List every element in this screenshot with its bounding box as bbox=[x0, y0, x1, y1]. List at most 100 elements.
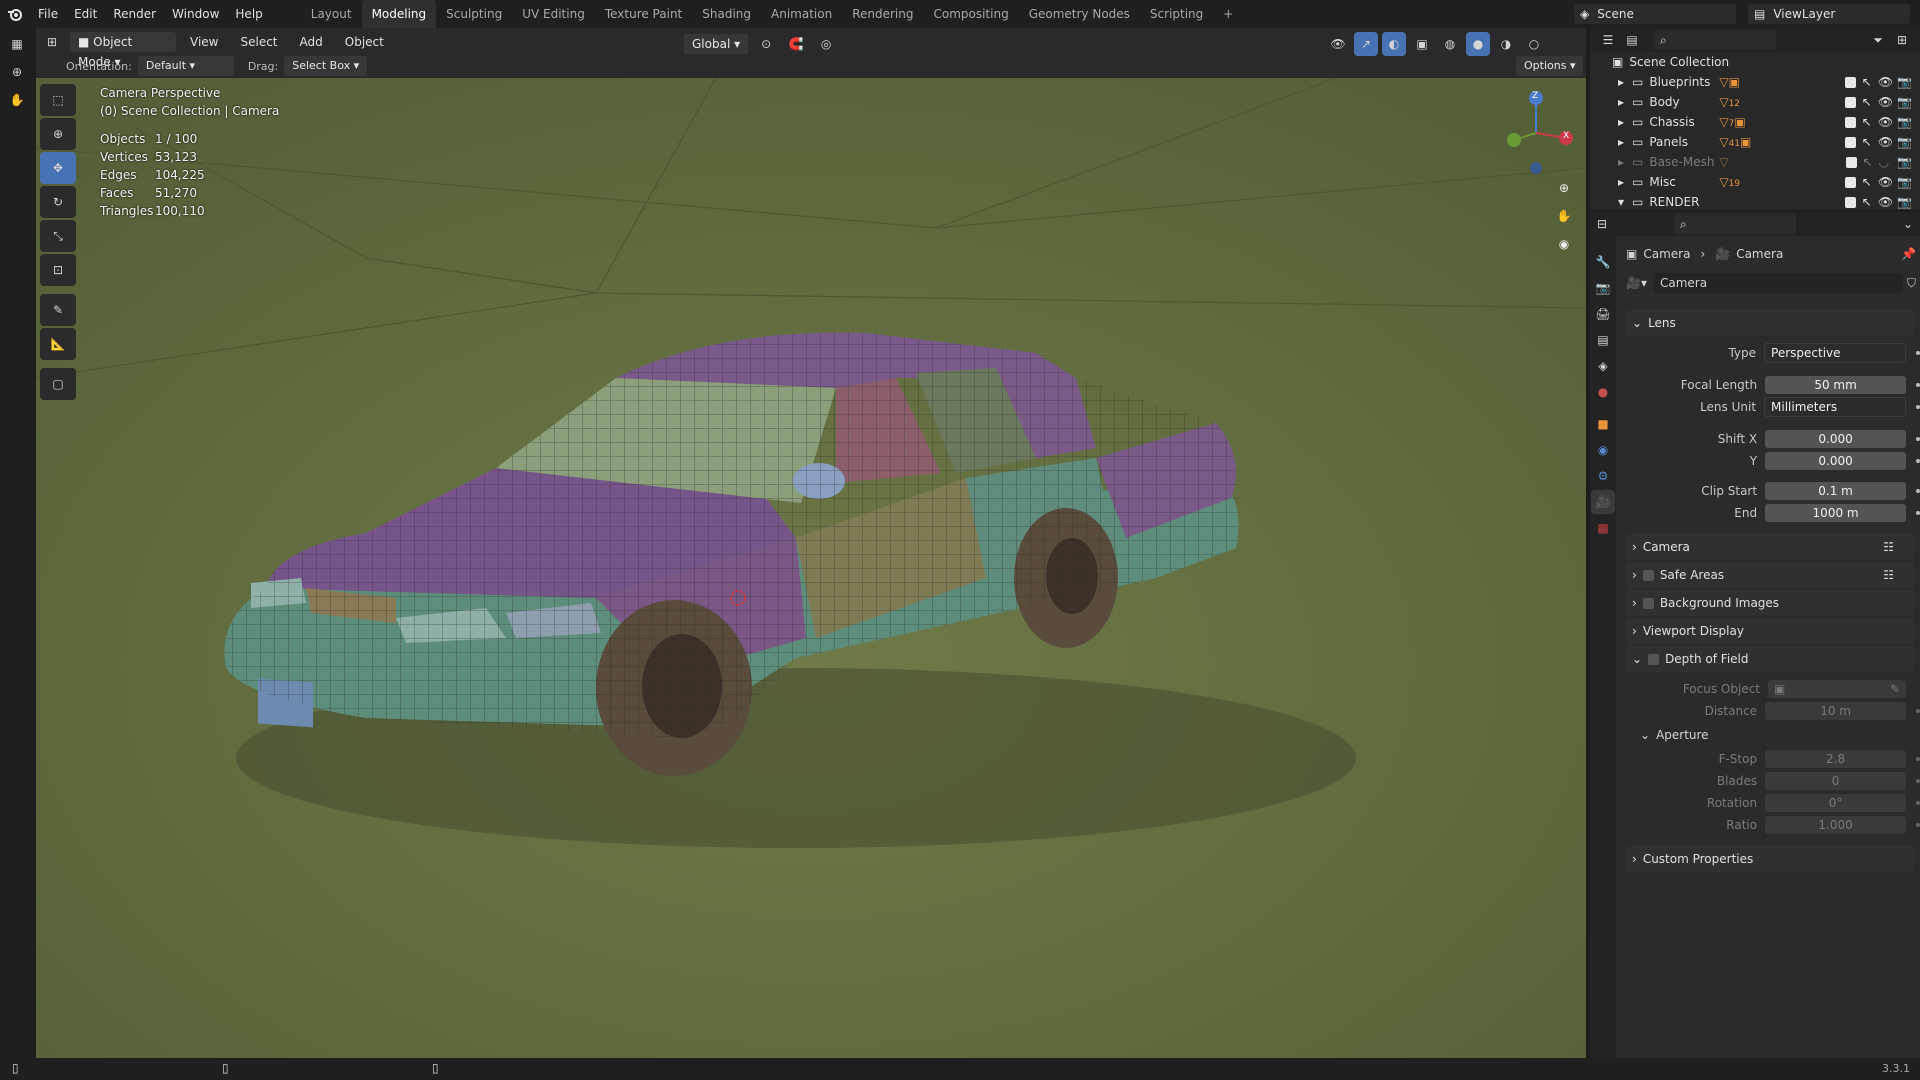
outliner-row-render[interactable]: ▾ ▭ RENDER ↖ 👁 📷 bbox=[1590, 192, 1920, 212]
tab-texture-paint[interactable]: Texture Paint bbox=[595, 0, 692, 28]
tab-rendering[interactable]: Rendering bbox=[842, 0, 923, 28]
distance-field[interactable]: 10 m bbox=[1765, 702, 1907, 720]
move-tool-icon[interactable]: ✥ bbox=[40, 152, 76, 184]
panel-background-images[interactable]: › Background Images bbox=[1626, 590, 1914, 616]
editor-type-3d-icon[interactable]: ⊞ bbox=[40, 30, 64, 54]
keyframe-dot[interactable] bbox=[1916, 489, 1920, 493]
focus-object-field[interactable]: ▣ ✎ bbox=[1768, 680, 1906, 698]
tab-compositing[interactable]: Compositing bbox=[923, 0, 1018, 28]
measure-tool-icon[interactable]: 📐 bbox=[40, 328, 76, 360]
background-images-checkbox[interactable] bbox=[1642, 597, 1654, 609]
camera-type-icon[interactable]: 🎥▾ bbox=[1626, 276, 1654, 290]
scene-collection-row[interactable]: ▣ Scene Collection bbox=[1590, 52, 1920, 72]
fake-user-icon[interactable]: ⛉ bbox=[1907, 276, 1916, 291]
eye-icon[interactable]: 👁 bbox=[1878, 135, 1893, 149]
select-toggle-icon[interactable]: ↖ bbox=[1862, 195, 1872, 209]
zoom-icon[interactable]: ⊕ bbox=[5, 60, 29, 84]
clip-start-field[interactable]: 0.1 m bbox=[1765, 482, 1907, 500]
pin-icon[interactable]: 📌 bbox=[1901, 247, 1916, 261]
select-box-tool-icon[interactable]: ⬚ bbox=[40, 84, 76, 116]
rotation-field[interactable]: 0° bbox=[1765, 794, 1907, 812]
eye-closed-icon[interactable]: ◡ bbox=[1879, 155, 1889, 169]
expand-icon[interactable]: ▸ bbox=[1618, 95, 1632, 109]
keyframe-dot[interactable] bbox=[1916, 823, 1920, 827]
shift-x-field[interactable]: 0.000 bbox=[1765, 430, 1907, 448]
3d-viewport[interactable]: Camera Perspective (0) Scene Collection … bbox=[36, 78, 1586, 1058]
panel-viewport-display[interactable]: › Viewport Display bbox=[1626, 618, 1914, 644]
expand-icon[interactable]: ▸ bbox=[1618, 75, 1632, 89]
scene-selector[interactable]: ◈ Scene bbox=[1574, 4, 1736, 24]
keyframe-dot[interactable] bbox=[1916, 351, 1920, 355]
safe-areas-checkbox[interactable] bbox=[1642, 569, 1654, 581]
drag-selector[interactable]: Select Box ▾ bbox=[284, 56, 368, 76]
keyframe-dot[interactable] bbox=[1916, 709, 1920, 713]
view-layer-tab-icon[interactable]: ▤ bbox=[1591, 328, 1615, 352]
render-tab-icon[interactable]: 📷 bbox=[1591, 276, 1615, 300]
keyframe-dot[interactable] bbox=[1916, 801, 1920, 805]
annotate-tool-icon[interactable]: ✎ bbox=[40, 294, 76, 326]
tab-shading[interactable]: Shading bbox=[692, 0, 761, 28]
properties-editor-icon[interactable]: ⊟ bbox=[1590, 212, 1614, 236]
display-mode-icon[interactable]: ▤ bbox=[1620, 28, 1644, 52]
shading-solid-icon[interactable]: ● bbox=[1466, 32, 1490, 56]
lens-unit-dropdown[interactable]: Millimeters bbox=[1764, 397, 1907, 417]
object-tab-icon[interactable]: ■ bbox=[1591, 412, 1615, 436]
panel-depth-of-field[interactable]: ⌄ Depth of Field bbox=[1626, 646, 1914, 672]
menu-object[interactable]: Object bbox=[337, 28, 392, 56]
keyframe-dot[interactable] bbox=[1916, 511, 1920, 515]
expand-icon[interactable]: ▸ bbox=[1618, 175, 1632, 189]
outliner-row-blueprints[interactable]: ▸ ▭ Blueprints ▽▣ ↖ 👁 📷 bbox=[1590, 72, 1920, 92]
new-collection-icon[interactable]: ⊞ bbox=[1890, 28, 1914, 52]
shading-material-icon[interactable]: ◑ bbox=[1494, 32, 1518, 56]
add-cube-tool-icon[interactable]: ▢ bbox=[40, 368, 76, 400]
outliner-row-panels[interactable]: ▸ ▭ Panels ▽41▣ ↖ 👁 📷 bbox=[1590, 132, 1920, 152]
eye-icon[interactable]: 👁 bbox=[1878, 115, 1893, 129]
render-toggle-icon[interactable]: 📷 bbox=[1897, 115, 1912, 129]
tab-layout[interactable]: Layout bbox=[301, 0, 362, 28]
outliner-row-misc[interactable]: ▸ ▭ Misc ▽19 ↖ 👁 📷 bbox=[1590, 172, 1920, 192]
constraints-tab-icon[interactable]: ⚙ bbox=[1591, 464, 1615, 488]
depth-of-field-checkbox[interactable] bbox=[1648, 653, 1660, 665]
snap-icon[interactable]: 🧲 bbox=[784, 32, 808, 56]
shading-rendered-icon[interactable]: ○ bbox=[1522, 32, 1546, 56]
expand-icon[interactable]: ▸ bbox=[1618, 155, 1632, 169]
render-toggle-icon[interactable]: 📷 bbox=[1897, 135, 1912, 149]
menu-file[interactable]: File bbox=[30, 0, 66, 28]
pivot-point-icon[interactable]: ⊙ bbox=[754, 32, 778, 56]
ratio-field[interactable]: 1.000 bbox=[1765, 816, 1907, 834]
select-toggle-icon[interactable]: ↖ bbox=[1863, 155, 1873, 169]
gizmo-toggle-icon[interactable]: ↗ bbox=[1354, 32, 1378, 56]
exclude-checkbox[interactable] bbox=[1844, 96, 1856, 108]
mode-selector[interactable]: ■ Object Mode ▾ bbox=[70, 32, 176, 69]
render-toggle-icon[interactable]: 📷 bbox=[1897, 75, 1912, 89]
menu-select[interactable]: Select bbox=[232, 28, 285, 56]
render-toggle-icon[interactable]: 📷 bbox=[1897, 95, 1912, 109]
menu-edit[interactable]: Edit bbox=[66, 0, 105, 28]
add-workspace-icon[interactable]: + bbox=[1213, 0, 1243, 28]
tab-modeling[interactable]: Modeling bbox=[361, 0, 437, 28]
outliner-row-chassis[interactable]: ▸ ▭ Chassis ▽7▣ ↖ 👁 📷 bbox=[1590, 112, 1920, 132]
menu-add[interactable]: Add bbox=[292, 28, 331, 56]
collapse-icon[interactable]: ▾ bbox=[1618, 195, 1632, 209]
fstop-field[interactable]: 2.8 bbox=[1765, 750, 1907, 768]
select-toggle-icon[interactable]: ↖ bbox=[1862, 95, 1872, 109]
filter-icon[interactable]: ⏷ bbox=[1866, 28, 1890, 52]
outliner-editor-icon[interactable]: ☰ bbox=[1596, 28, 1620, 52]
expand-icon[interactable]: ▸ bbox=[1618, 135, 1632, 149]
orientation-selector[interactable]: Default ▾ bbox=[137, 56, 234, 76]
camera-name-field[interactable]: Camera bbox=[1654, 273, 1903, 293]
eye-icon[interactable]: 👁 bbox=[1878, 195, 1893, 209]
eyedropper-icon[interactable]: ✎ bbox=[1890, 680, 1900, 698]
scene-tab-icon[interactable]: ◈ bbox=[1591, 354, 1615, 378]
keyframe-dot[interactable] bbox=[1916, 459, 1920, 463]
shading-wireframe-icon[interactable]: ◍ bbox=[1438, 32, 1462, 56]
eye-icon[interactable]: 👁 bbox=[1878, 75, 1893, 89]
clip-end-field[interactable]: 1000 m bbox=[1765, 504, 1907, 522]
physics-tab-icon[interactable]: ◉ bbox=[1591, 438, 1615, 462]
overlay-toggle-icon[interactable]: ◐ bbox=[1382, 32, 1406, 56]
tab-animation[interactable]: Animation bbox=[761, 0, 842, 28]
transform-tool-icon[interactable]: ⊡ bbox=[40, 254, 76, 286]
camera-data-tab-icon[interactable]: 🎥 bbox=[1591, 490, 1615, 514]
outliner-row-body[interactable]: ▸ ▭ Body ▽12 ↖ 👁 📷 bbox=[1590, 92, 1920, 112]
outliner-search[interactable]: ⌕ bbox=[1654, 30, 1776, 50]
